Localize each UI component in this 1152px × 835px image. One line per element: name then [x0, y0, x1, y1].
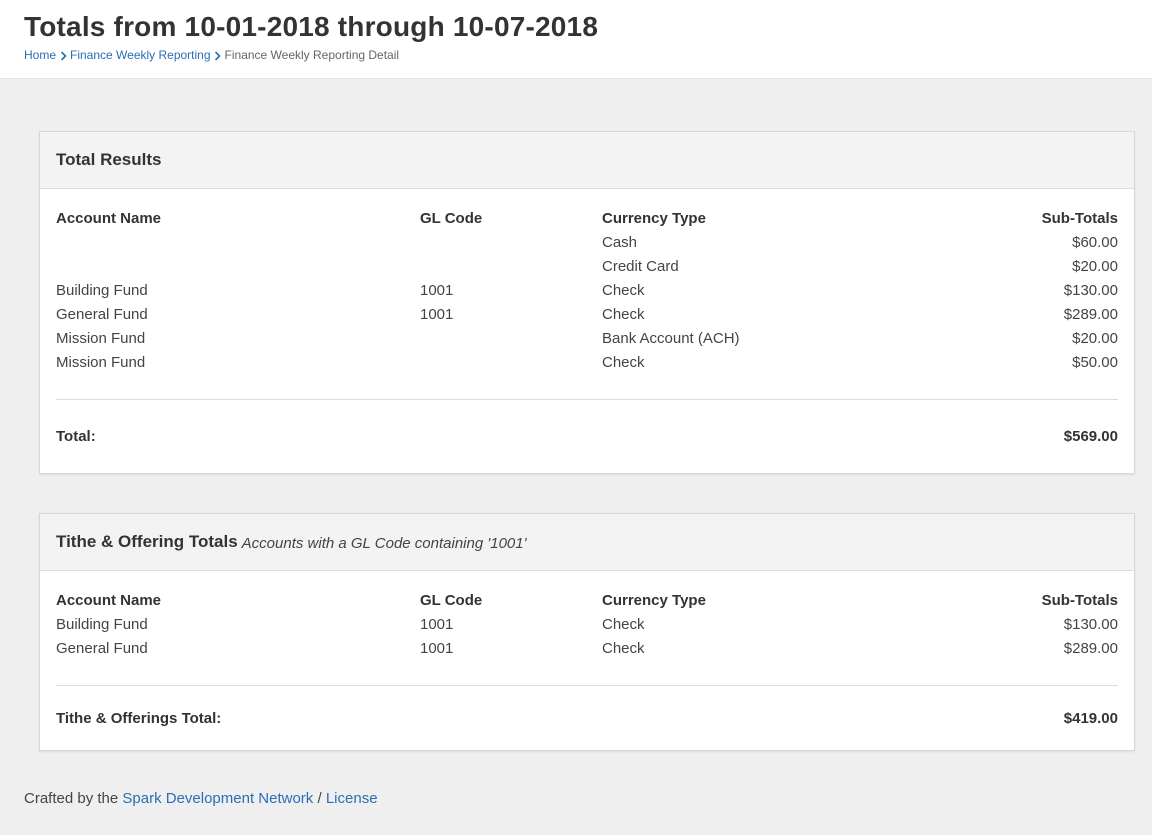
total-results-body: Account Name GL Code Currency Type Sub-T…: [40, 189, 1134, 473]
sub-total-cell: $289.00: [1063, 640, 1118, 657]
breadcrumb-current: Finance Weekly Reporting Detail: [224, 48, 400, 62]
account-name-cell: Building Fund: [56, 282, 148, 299]
sub-total-cell: $50.00: [1072, 354, 1118, 371]
table-row: Mission Fund Check $50.00: [56, 351, 1118, 375]
currency-type-cell: Bank Account (ACH): [602, 330, 740, 347]
column-header-sub-totals: Sub-Totals: [1041, 210, 1118, 227]
currency-type-cell: Check: [602, 282, 645, 299]
total-value: $569.00: [1063, 428, 1118, 445]
column-header-gl-code: GL Code: [420, 210, 483, 227]
tithe-offering-heading: Tithe & Offering Totals Accounts with a …: [40, 514, 1134, 571]
column-header-gl-code: GL Code: [420, 592, 483, 609]
gl-code-cell: 1001: [420, 640, 454, 657]
gl-code-cell: 1001: [420, 282, 454, 299]
currency-type-cell: Check: [602, 616, 645, 633]
account-name-cell: General Fund: [56, 306, 148, 323]
table-row: Mission Fund Bank Account (ACH) $20.00: [56, 327, 1118, 351]
panel-title: Tithe & Offering Totals: [56, 532, 238, 551]
account-name-cell: Mission Fund: [56, 330, 146, 347]
footer-prefix: Crafted by the: [24, 790, 119, 807]
spark-development-network-link[interactable]: Spark Development Network: [122, 790, 313, 807]
table-row: General Fund 1001 Check $289.00: [56, 637, 1118, 661]
column-header-account-name: Account Name: [56, 592, 162, 609]
column-header-currency-type: Currency Type: [602, 592, 706, 609]
sub-total-cell: $20.00: [1072, 330, 1118, 347]
table-row: Cash $60.00: [56, 231, 1118, 255]
table-header-row: Account Name GL Code Currency Type Sub-T…: [56, 589, 1118, 613]
chevron-right-icon: [211, 48, 225, 62]
total-results-heading: Total Results: [40, 132, 1134, 189]
column-header-sub-totals: Sub-Totals: [1041, 592, 1118, 609]
column-header-currency-type: Currency Type: [602, 210, 706, 227]
gl-code-cell: [420, 231, 602, 255]
panel-title: Total Results: [56, 150, 162, 169]
breadcrumb-home-link[interactable]: Home: [24, 48, 56, 62]
tithe-total-value: $419.00: [1063, 709, 1118, 727]
account-name-cell: Building Fund: [56, 616, 148, 633]
page-header: Totals from 10-01-2018 through 10-07-201…: [0, 0, 1152, 79]
currency-type-cell: Check: [602, 640, 645, 657]
table-header-row: Account Name GL Code Currency Type Sub-T…: [56, 207, 1118, 231]
sub-total-cell: $130.00: [1063, 616, 1118, 633]
account-name-cell: Mission Fund: [56, 354, 146, 371]
gl-code-cell: 1001: [420, 306, 454, 323]
table-row: Building Fund 1001 Check $130.00: [56, 279, 1118, 303]
gl-code-cell: [420, 255, 602, 279]
tithe-offering-body: Account Name GL Code Currency Type Sub-T…: [40, 571, 1134, 750]
breadcrumb-finance-weekly-reporting-link[interactable]: Finance Weekly Reporting: [70, 48, 211, 62]
total-label: Total:: [56, 428, 96, 445]
sub-total-cell: $289.00: [1063, 306, 1118, 323]
total-results-table: Account Name GL Code Currency Type Sub-T…: [56, 207, 1118, 375]
gl-code-cell: [420, 351, 602, 375]
table-row: General Fund 1001 Check $289.00: [56, 303, 1118, 327]
tithe-offering-panel: Tithe & Offering Totals Accounts with a …: [39, 513, 1135, 751]
total-results-panel: Total Results Account Name GL Code Curre…: [39, 131, 1135, 474]
footer: Crafted by the Spark Development Network…: [0, 790, 1152, 807]
breadcrumb: Home Finance Weekly Reporting Finance We…: [24, 48, 1128, 62]
license-link[interactable]: License: [326, 790, 378, 807]
chevron-right-icon: [56, 48, 70, 62]
main-content: Total Results Account Name GL Code Curre…: [0, 79, 1152, 751]
tithe-total-row: Tithe & Offerings Total: $419.00: [56, 686, 1118, 750]
table-row: Credit Card $20.00: [56, 255, 1118, 279]
panel-subtitle: Accounts with a GL Code containing '1001…: [241, 535, 527, 552]
table-row: Building Fund 1001 Check $130.00: [56, 613, 1118, 637]
currency-type-cell: Cash: [602, 234, 638, 251]
sub-total-cell: $60.00: [1072, 234, 1118, 251]
gl-code-cell: 1001: [420, 616, 454, 633]
tithe-offering-table: Account Name GL Code Currency Type Sub-T…: [56, 589, 1118, 661]
account-name-cell: General Fund: [56, 640, 148, 657]
account-name-cell: [56, 231, 420, 255]
total-row: Total: $569.00: [56, 400, 1118, 473]
sub-total-cell: $130.00: [1063, 282, 1118, 299]
tithe-total-label: Tithe & Offerings Total:: [56, 709, 222, 727]
currency-type-cell: Check: [602, 306, 645, 323]
column-header-account-name: Account Name: [56, 210, 162, 227]
currency-type-cell: Check: [602, 354, 645, 371]
footer-separator: /: [317, 790, 322, 807]
currency-type-cell: Credit Card: [602, 258, 679, 275]
gl-code-cell: [420, 327, 602, 351]
sub-total-cell: $20.00: [1072, 258, 1118, 275]
account-name-cell: [56, 255, 420, 279]
page-title: Totals from 10-01-2018 through 10-07-201…: [24, 11, 599, 42]
